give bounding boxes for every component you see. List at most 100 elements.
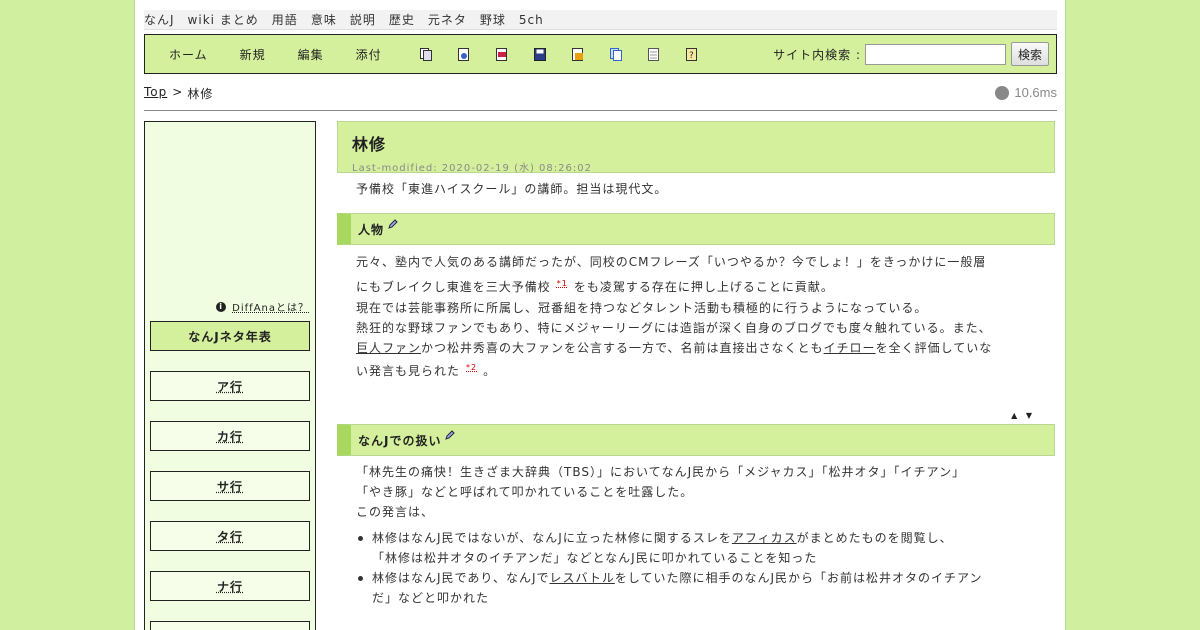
edit-pencil-icon[interactable] (388, 218, 398, 232)
text-line: 「やき豚」などと呼ばれて叩かれていることを吐露した。 (356, 485, 694, 499)
affikasu-link[interactable]: アフィカス (732, 531, 797, 545)
edit-pencil-icon[interactable] (445, 429, 456, 443)
text-span: 林修はなんJ民ではないが、なんJに立った林修に関するスレを (372, 531, 732, 545)
list-item: 林修はなんJ民ではないが、なんJに立った林修に関するスレをアフィカスがまとめたも… (358, 528, 1055, 568)
breadcrumb-separator: > (172, 85, 183, 99)
text-span: にもブレイクし東進を三大予備校 (356, 280, 551, 294)
text-span: 林修はなんJ民であり、なんJで (372, 571, 550, 585)
text-span: がまとめたものを閲覧し、 (796, 531, 953, 545)
site-nav-item[interactable]: 歴史 (389, 11, 415, 28)
title-box: 林修 Last-modified: 2020-02-19 (水) 08:26:0… (337, 121, 1055, 174)
diff-icon[interactable] (495, 47, 508, 61)
home-link[interactable]: ホーム (169, 46, 208, 63)
breadcrumb-current: 林修 (187, 87, 214, 101)
site-nav: なんJ wiki まとめ 用語 意味 説明 歴史 元ネタ 野球 5ch (144, 10, 1057, 30)
main-content: 林修 Last-modified: 2020-02-19 (水) 08:26:0… (337, 121, 1055, 608)
list-item: 林修はなんJ民であり、なんJでレスバトルをしていた際に相手のなんJ民から「お前は… (358, 568, 1055, 608)
page-title: 林修 (352, 135, 387, 154)
nanj-list: 林修はなんJ民ではないが、なんJに立った林修に関するスレをアフィカスがまとめたも… (337, 528, 1055, 608)
section-heading-person: 人物 (337, 213, 1055, 245)
sidebar-item-ka-row[interactable]: カ行 (150, 421, 310, 451)
timing-value: 10.6ms (1014, 85, 1057, 100)
ichiro-link[interactable]: イチロー (824, 341, 876, 355)
text-span: 。 (483, 364, 497, 378)
sidebar-item-next[interactable] (150, 621, 310, 630)
search-button[interactable]: 検索 (1010, 42, 1049, 66)
section-heading-text: なんJでの扱い (358, 433, 442, 448)
site-nav-item[interactable]: wiki まとめ (188, 11, 259, 28)
diffana-link[interactable]: i DiffAnaとは？ (216, 299, 309, 314)
section-heading-nanj: なんJでの扱い (337, 424, 1055, 456)
diffana-label: DiffAnaとは？ (232, 303, 309, 314)
sidebar-item-label: カ行 (216, 429, 243, 444)
footnote-link[interactable]: *1 (557, 279, 568, 288)
edit-link[interactable]: 編集 (298, 46, 324, 63)
text-line: 林修はなんJ民ではないが、なんJに立った林修に関するスレをアフィカスがまとめたも… (372, 528, 1055, 548)
recent-icon[interactable] (647, 47, 660, 61)
text-span: をしていた際に相手のなんJ民から「お前は松井オタのイチアン (614, 571, 983, 585)
site-nav-item[interactable]: 説明 (350, 11, 376, 28)
text-span: い発言も見られた (356, 364, 461, 378)
text-span: かつ松井秀喜の大ファンを公言する一方で、名前は直接出さなくとも (421, 341, 824, 355)
search-input[interactable] (864, 43, 1006, 65)
site-nav-item[interactable]: 元ネタ (428, 11, 467, 28)
footnote-link[interactable]: *2 (466, 363, 477, 372)
new-page-link[interactable]: 新規 (240, 46, 266, 63)
toolbar: ホーム 新規 編集 添付 ? サイト内検索 : 検索 (144, 34, 1057, 74)
intro-paragraph: 予備校「東進ハイスクール」の講師。担当は現代文。 (356, 182, 668, 196)
backup-icon[interactable] (533, 47, 546, 61)
rename-icon[interactable] (457, 47, 470, 61)
site-nav-item[interactable]: なんJ (144, 11, 175, 28)
text-span: を全く評価していな (875, 341, 993, 355)
toolbar-icons: ? (419, 47, 724, 61)
sidebar-item-ta-row[interactable]: タ行 (150, 521, 310, 551)
sidebar-item-na-row[interactable]: ナ行 (150, 571, 310, 601)
search-area: サイト内検索 : 検索 (773, 42, 1049, 66)
sidebar-item-sa-row[interactable]: サ行 (150, 471, 310, 501)
text-line: 「林修は松井オタのイチアンだ」などとなんJ民に叩かれていることを知った (372, 551, 818, 565)
sidebar-item-a-row[interactable]: ア行 (150, 371, 310, 401)
timing-readout: 10.6ms (995, 85, 1057, 100)
svg-text:?: ? (689, 51, 694, 61)
sidebar-item-label: タ行 (216, 529, 243, 544)
text-line: だ」などと叩かれた (372, 591, 490, 605)
info-icon: i (216, 301, 227, 312)
page-container: なんJ wiki まとめ 用語 意味 説明 歴史 元ネタ 野球 5ch ホーム … (134, 0, 1066, 630)
sidebar-item-label: ア行 (216, 379, 243, 394)
sidebar-item-neta-nenpyo[interactable]: なんJネタ年表 (150, 321, 310, 351)
text-line: い発言も見られた *2 。 (356, 358, 1055, 381)
nanj-paragraph-1: 「林先生の痛快！生きざま大辞典（TBS）」においてなんJ民から「メジャカス」「松… (337, 462, 1055, 502)
text-line: 元々、塾内で人気のある講師だったが、同校のCMフレーズ「いつやるか？今でしょ！」… (356, 255, 987, 269)
search-label: サイト内検索 : (773, 47, 861, 62)
text-span: をも凌駕する存在に押し上げることに貢献。 (573, 280, 834, 294)
sidebar-item-label: サ行 (216, 479, 243, 494)
site-nav-item[interactable]: 5ch (519, 13, 544, 27)
scroll-up-down-links[interactable]: ▲ ▼ (337, 411, 1055, 420)
breadcrumb-top-link[interactable]: Top (144, 85, 167, 99)
sidebar-item-label: ナ行 (216, 579, 243, 594)
text-line: にもブレイクし東進を三大予備校 *1 をも凌駕する存在に押し上げることに貢献。 (356, 273, 1055, 298)
text-line: 巨人ファンかつ松井秀喜の大ファンを公言する一方で、名前は直接出さなくともイチロー… (356, 338, 1055, 358)
sidebar: i DiffAnaとは？ なんJネタ年表 ア行 カ行 サ行 タ行 ナ行 (144, 121, 316, 630)
person-paragraph-2: 現在では芸能事務所に所属し、冠番組を持つなどタレント活動も積極的に行うようになっ… (356, 301, 928, 315)
list-icon[interactable] (609, 47, 622, 61)
copy-icon[interactable] (419, 47, 432, 61)
help-icon[interactable]: ? (685, 47, 698, 61)
person-paragraph-3: 熱狂的な野球ファンでもあり、特にメジャーリーグには造詣が深く自身のブログでも度々… (337, 318, 1055, 381)
site-nav-item[interactable]: 野球 (480, 11, 506, 28)
person-paragraph-1: 元々、塾内で人気のある講師だったが、同校のCMフレーズ「いつやるか？今でしょ！」… (337, 251, 1055, 298)
text-line: 「林先生の痛快！生きざま大辞典（TBS）」においてなんJ民から「メジャカス」「松… (356, 465, 966, 479)
text-line: 林修はなんJ民であり、なんJでレスバトルをしていた際に相手のなんJ民から「お前は… (372, 568, 1055, 588)
attach-link[interactable]: 添付 (356, 46, 382, 63)
breadcrumb: Top > 林修 10.6ms (144, 85, 1057, 111)
gauge-icon (995, 85, 1010, 100)
site-nav-item[interactable]: 意味 (311, 11, 337, 28)
freeze-icon[interactable] (571, 47, 584, 61)
resbattle-link[interactable]: レスバトル (549, 571, 614, 585)
sidebar-item-label: なんJネタ年表 (188, 329, 272, 344)
giants-fan-link[interactable]: 巨人ファン (356, 341, 421, 355)
text-line: 熱狂的な野球ファンでもあり、特にメジャーリーグには造詣が深く自身のブログでも度々… (356, 321, 992, 335)
site-nav-item[interactable]: 用語 (272, 11, 298, 28)
nanj-paragraph-2: この発言は、 (356, 505, 435, 519)
last-modified: Last-modified: 2020-02-19 (水) 08:26:02 (352, 163, 592, 174)
